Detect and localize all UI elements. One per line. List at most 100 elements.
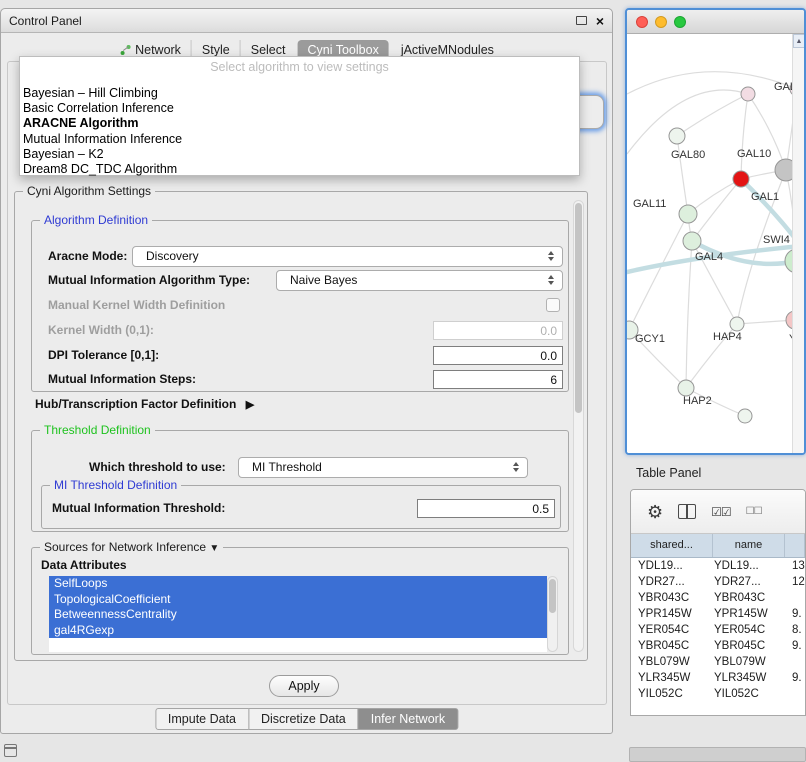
sources-legend[interactable]: Sources for Network Inference ▼: [40, 540, 223, 554]
bottom-tab-impute-data[interactable]: Impute Data: [155, 708, 249, 730]
table-cell: YIL052C: [631, 686, 707, 702]
dpi-tolerance-row: DPI Tolerance [0,1]:: [32, 345, 568, 366]
network-window-titlebar[interactable]: [627, 10, 804, 34]
node-label-gal80: GAL80: [671, 149, 705, 161]
algorithm-option-basic-correlation-inference[interactable]: Basic Correlation Inference: [23, 101, 579, 116]
table-panel-title: Table Panel: [636, 466, 701, 480]
attribute-item-gal4rgexp[interactable]: gal4RGexp: [49, 623, 547, 639]
checked-boxes-icon[interactable]: ☑☑: [711, 505, 731, 519]
table-row[interactable]: YDL19...YDL19...13: [631, 558, 805, 574]
node-label-gal10: GAL10: [737, 148, 771, 160]
network-scrollbar[interactable]: ▲: [792, 34, 804, 453]
tab-label: Cyni Toolbox: [307, 43, 378, 57]
hub-transcription-label: Hub/Transcription Factor Definition: [35, 397, 236, 411]
table-cell: YIL052C: [707, 686, 785, 702]
settings-scrollbar[interactable]: [573, 200, 584, 652]
aracne-mode-select[interactable]: Discovery: [132, 246, 563, 267]
window-controls: ×: [576, 14, 604, 28]
algorithm-option-dream8-dc-tdc-algorithm[interactable]: Dream8 DC_TDC Algorithm: [23, 162, 579, 177]
network-canvas[interactable]: GAL...GAL80GAL10GAL11GAL1SWI4GAL4GCY1HAP…: [627, 34, 804, 453]
bottom-tabs: Impute DataDiscretize DataInfer Network: [155, 708, 458, 730]
restore-panel-icon[interactable]: [4, 744, 17, 757]
mi-steps-label: Mutual Information Steps:: [48, 372, 196, 386]
tab-label: Style: [202, 43, 230, 57]
mi-type-select[interactable]: Naive Bayes: [276, 270, 563, 291]
network-node[interactable]: [738, 409, 752, 423]
table-row[interactable]: YPR145WYPR145W9.: [631, 606, 805, 622]
table-toolbar: ⚙ ☑☑ ☐☐: [631, 490, 805, 534]
table-cell: YBR043C: [707, 590, 785, 606]
attributes-list-scroll-thumb[interactable]: [549, 579, 556, 613]
data-attributes-label: Data Attributes: [41, 558, 127, 572]
table-rows: YDL19...YDL19...13YDR27...YDR27...12YBR0…: [631, 558, 805, 715]
table-cell: 9.: [785, 606, 805, 622]
control-panel-titlebar[interactable]: Control Panel ×: [1, 9, 612, 33]
table-row[interactable]: YIL052CYIL052C: [631, 686, 805, 702]
network-node[interactable]: [683, 232, 701, 250]
column-header[interactable]: [785, 534, 805, 557]
columns-icon[interactable]: [678, 504, 696, 519]
collapse-down-icon[interactable]: ▼: [209, 543, 219, 554]
network-node[interactable]: [669, 128, 685, 144]
threshold-definition-group: Threshold Definition Which threshold to …: [31, 430, 569, 532]
which-threshold-label: Which threshold to use:: [89, 460, 226, 474]
float-window-icon[interactable]: [576, 16, 587, 25]
table-row[interactable]: YDR27...YDR27...12: [631, 574, 805, 590]
tab-label: Select: [251, 43, 286, 57]
tab-label: jActiveMNodules: [401, 43, 494, 57]
close-traffic-light[interactable]: [636, 16, 648, 28]
table-cell: [785, 654, 805, 670]
which-threshold-select[interactable]: MI Threshold: [238, 457, 528, 478]
combo-arrows-icon: [548, 251, 555, 261]
zoom-traffic-light[interactable]: [674, 16, 686, 28]
bottom-tab-infer-network[interactable]: Infer Network: [358, 708, 458, 730]
mi-steps-input[interactable]: [433, 370, 563, 389]
attribute-item-topologicalcoefficient[interactable]: TopologicalCoefficient: [49, 592, 547, 608]
algorithm-dropdown-placeholder: Select algorithm to view settings: [20, 57, 579, 75]
control-panel-window: Control Panel × NetworkStyleSelectCyni T…: [0, 8, 613, 734]
column-header-shared[interactable]: shared...: [631, 534, 713, 557]
attributes-list-scrollbar[interactable]: [547, 576, 558, 652]
kernel-width-input[interactable]: [433, 321, 563, 340]
column-header-name[interactable]: name: [713, 534, 785, 557]
data-attributes-list[interactable]: SelfLoopsTopologicalCoefficientBetweenne…: [49, 576, 547, 652]
table-cell: YDL19...: [707, 558, 785, 574]
hub-transcription-section[interactable]: Hub/Transcription Factor Definition ▶: [35, 397, 254, 411]
network-node[interactable]: [730, 317, 744, 331]
algorithm-option-bayesian-k2[interactable]: Bayesian – K2: [23, 147, 579, 162]
scroll-up-icon[interactable]: ▲: [793, 34, 805, 48]
table-cell: YBR045C: [631, 638, 707, 654]
manual-kernel-checkbox[interactable]: [546, 298, 560, 312]
dpi-tolerance-input[interactable]: [433, 346, 563, 365]
table-row[interactable]: YBL079WYBL079W: [631, 654, 805, 670]
node-label-gal1: GAL1: [751, 191, 779, 203]
bottom-tab-discretize-data[interactable]: Discretize Data: [248, 708, 359, 730]
table-row[interactable]: YBR045CYBR045C9.: [631, 638, 805, 654]
settings-scroll-thumb[interactable]: [575, 203, 582, 413]
table-row[interactable]: YLR345WYLR345W9.: [631, 670, 805, 686]
node-label-hap4: HAP4: [713, 331, 742, 343]
dpi-tolerance-label: DPI Tolerance [0,1]:: [48, 348, 159, 362]
algorithm-definition-group: Algorithm Definition Aracne Mode: Discov…: [31, 220, 569, 392]
attribute-item-betweennesscentrality[interactable]: BetweennessCentrality: [49, 607, 547, 623]
algorithm-option-aracne-algorithm[interactable]: ARACNE Algorithm: [23, 116, 579, 131]
close-window-icon[interactable]: ×: [596, 14, 604, 28]
mi-threshold-input[interactable]: [417, 499, 555, 518]
table-row[interactable]: YER054CYER054C8.: [631, 622, 805, 638]
algorithm-option-bayesian-hill-climbing[interactable]: Bayesian – Hill Climbing: [23, 86, 579, 101]
attribute-item-selfloops[interactable]: SelfLoops: [49, 576, 547, 592]
gear-icon[interactable]: ⚙: [647, 503, 663, 521]
network-node[interactable]: [733, 171, 749, 187]
aracne-mode-row: Aracne Mode: Discovery: [32, 246, 568, 267]
algorithm-option-mutual-information-inference[interactable]: Mutual Information Inference: [23, 132, 579, 147]
apply-button[interactable]: Apply: [269, 675, 339, 697]
unchecked-boxes-icon[interactable]: ☐☐: [746, 506, 762, 517]
minimize-traffic-light[interactable]: [655, 16, 667, 28]
table-row[interactable]: YBR043CYBR043C: [631, 590, 805, 606]
algorithm-definition-legend: Algorithm Definition: [40, 213, 152, 227]
network-node[interactable]: [679, 205, 697, 223]
table-cell: YBL079W: [707, 654, 785, 670]
network-node[interactable]: [678, 380, 694, 396]
network-node[interactable]: [741, 87, 755, 101]
expand-right-icon[interactable]: ▶: [246, 399, 254, 411]
